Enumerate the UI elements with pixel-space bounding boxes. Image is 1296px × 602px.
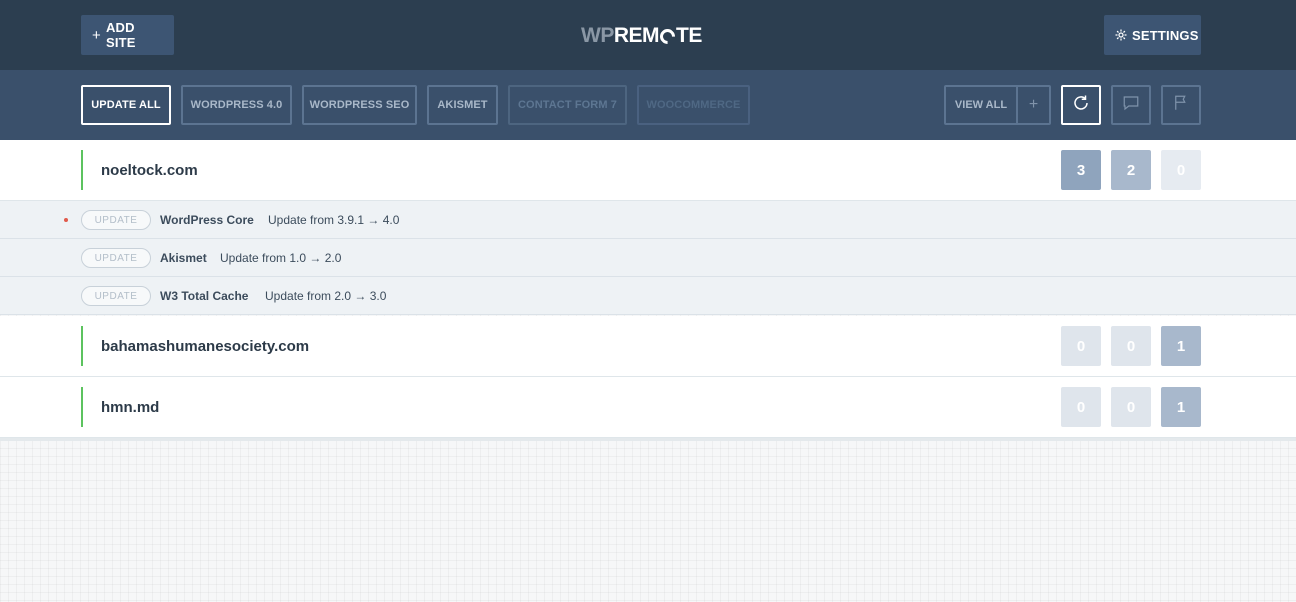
site-count-flags[interactable]: 0 (1161, 150, 1201, 190)
plus-icon: + (92, 26, 101, 44)
flag-icon (1172, 94, 1190, 117)
update-description: Update from 1.0 → 2.0 (220, 251, 342, 265)
wpremote-logo[interactable]: WP REM TE (581, 22, 702, 50)
site-count-comments[interactable]: 0 (1111, 326, 1151, 366)
site-count-comments[interactable]: 0 (1111, 387, 1151, 427)
settings-button[interactable]: SETTINGS (1104, 15, 1201, 55)
filter-wordpress[interactable]: WORDPRESS 4.0 (181, 85, 292, 125)
site-status-bar (81, 326, 83, 366)
comment-icon (1122, 94, 1140, 117)
update-description: Update from 3.9.1 → 4.0 (268, 213, 400, 227)
site-count-flags[interactable]: 1 (1161, 387, 1201, 427)
site-count-comments[interactable]: 2 (1111, 150, 1151, 190)
update-row: UPDATE W3 Total Cache Update from 2.0 → … (0, 277, 1296, 315)
settings-label: SETTINGS (1132, 27, 1199, 43)
site-name[interactable]: noeltock.com (101, 140, 198, 201)
update-button[interactable]: UPDATE (81, 210, 151, 230)
flags-button[interactable] (1161, 85, 1201, 125)
site-name[interactable]: hmn.md (101, 377, 159, 438)
site-status-bar (81, 387, 83, 427)
update-plugin-name: Akismet (160, 251, 207, 265)
site-count-plugins[interactable]: 0 (1061, 387, 1101, 427)
alert-dot (64, 218, 68, 222)
update-row: UPDATE Akismet Update from 1.0 → 2.0 (0, 239, 1296, 277)
logo-refresh-o-icon (656, 25, 679, 47)
site-count-flags[interactable]: 1 (1161, 326, 1201, 366)
site-name[interactable]: bahamashumanesociety.com (101, 316, 309, 377)
list-bottom-edge (0, 438, 1296, 441)
site-row: hmn.md 0 0 1 (0, 377, 1296, 438)
site-status-bar (81, 150, 83, 190)
comments-button[interactable] (1111, 85, 1151, 125)
gear-icon (1115, 29, 1127, 41)
filter-akismet[interactable]: AKISMET (427, 85, 498, 125)
logo-te: TE (676, 24, 702, 47)
site-row: bahamashumanesociety.com 0 0 1 (0, 316, 1296, 377)
update-plugin-name: W3 Total Cache (160, 289, 249, 303)
filter-update-all[interactable]: UPDATE ALL (81, 85, 171, 125)
filter-wordpress-seo[interactable]: WORDPRESS SEO (302, 85, 417, 125)
add-filter-button[interactable]: + (1018, 87, 1049, 123)
update-plugin-name: WordPress Core (160, 213, 254, 227)
site-row: noeltock.com 3 2 0 (0, 140, 1296, 201)
view-all-group: VIEW ALL + (944, 85, 1051, 125)
top-bar: + ADD SITE WP REM TE SETTINGS (0, 0, 1296, 70)
update-button[interactable]: UPDATE (81, 248, 151, 268)
site-count-plugins[interactable]: 3 (1061, 150, 1101, 190)
filter-woocommerce[interactable]: WOOCOMMERCE (637, 85, 750, 125)
view-all-button[interactable]: VIEW ALL (946, 87, 1018, 123)
refresh-icon (1072, 94, 1090, 117)
update-description: Update from 2.0 → 3.0 (265, 289, 387, 303)
update-row: UPDATE WordPress Core Update from 3.9.1 … (0, 201, 1296, 239)
logo-rem: REM (613, 24, 660, 47)
filter-bar: UPDATE ALL WORDPRESS 4.0 WORDPRESS SEO A… (0, 70, 1296, 140)
filter-contact-form[interactable]: CONTACT FORM 7 (508, 85, 627, 125)
update-button[interactable]: UPDATE (81, 286, 151, 306)
add-site-button[interactable]: + ADD SITE (81, 15, 174, 55)
site-count-plugins[interactable]: 0 (1061, 326, 1101, 366)
refresh-button[interactable] (1061, 85, 1101, 125)
logo-wp: WP (581, 24, 614, 47)
add-site-label: ADD SITE (105, 20, 136, 50)
